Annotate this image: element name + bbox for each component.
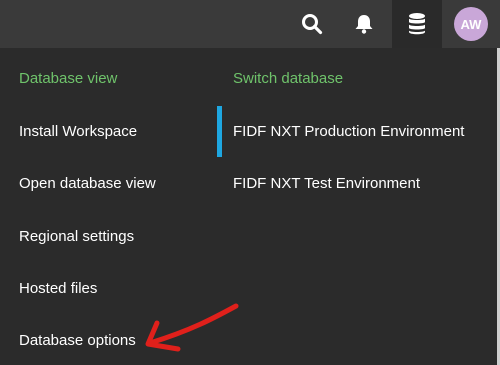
user-avatar-button[interactable]: AW: [446, 0, 496, 48]
install-workspace-item[interactable]: Install Workspace: [19, 123, 137, 140]
bell-icon: [355, 15, 373, 34]
database-view-heading: Database view: [19, 70, 118, 87]
regional-settings-item[interactable]: Regional settings: [19, 228, 134, 245]
avatar: AW: [454, 7, 488, 41]
database-options-item[interactable]: Database options: [19, 332, 136, 349]
database-item-test[interactable]: FIDF NXT Test Environment: [233, 175, 420, 192]
hosted-files-item[interactable]: Hosted files: [19, 280, 97, 297]
switch-database-heading: Switch database: [233, 70, 344, 87]
database-icon: [409, 13, 425, 35]
search-button[interactable]: [290, 0, 334, 48]
search-icon: [302, 14, 323, 35]
database-item-production[interactable]: FIDF NXT Production Environment: [233, 123, 464, 140]
top-bar: AW: [0, 0, 500, 48]
database-menu-button[interactable]: [392, 0, 442, 48]
notifications-button[interactable]: [342, 0, 386, 48]
database-dropdown-panel: [0, 48, 497, 365]
active-database-indicator: [217, 106, 222, 157]
open-database-view-item[interactable]: Open database view: [19, 175, 156, 192]
